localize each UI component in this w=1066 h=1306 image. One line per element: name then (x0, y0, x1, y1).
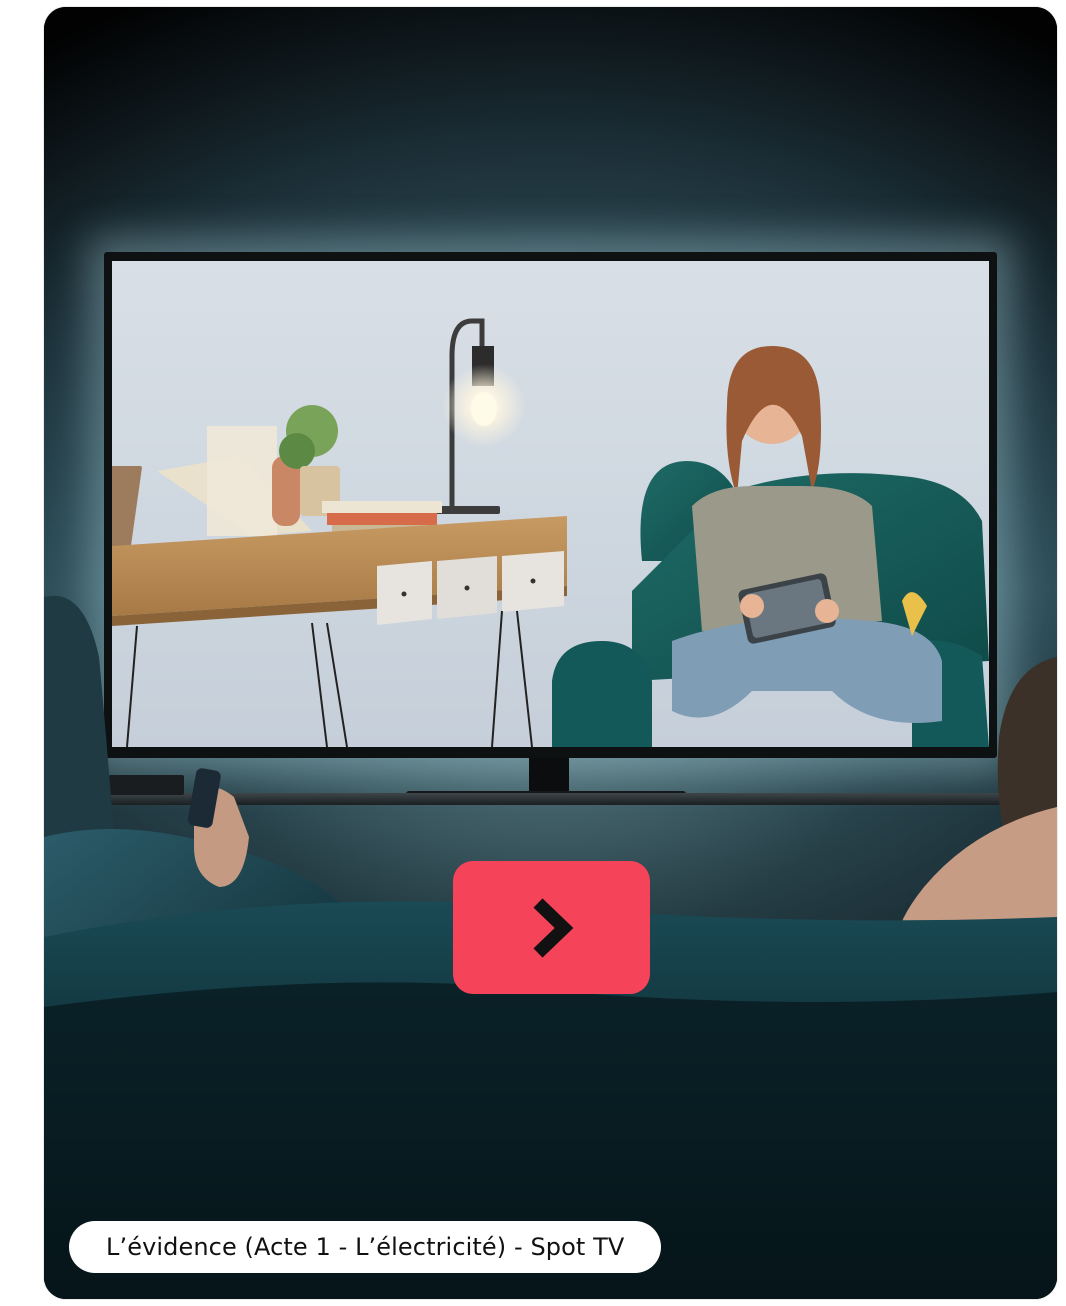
video-caption: L’évidence (Acte 1 - L’électricité) - Sp… (69, 1221, 662, 1273)
viewers-illustration (44, 595, 1057, 1299)
play-button[interactable] (453, 861, 650, 994)
video-card[interactable]: L’évidence (Acte 1 - L’électricité) - Sp… (44, 7, 1057, 1299)
chevron-right-icon (532, 897, 573, 958)
